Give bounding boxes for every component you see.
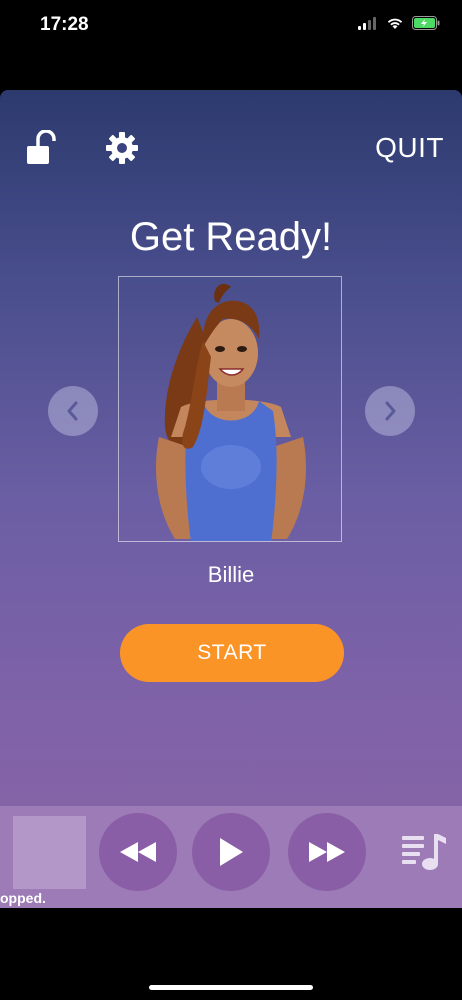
quit-button[interactable]: QUIT	[375, 132, 444, 164]
chevron-right-icon	[385, 401, 396, 421]
player-status-text: opped.	[0, 890, 46, 906]
play-icon	[220, 838, 243, 866]
settings-button[interactable]	[104, 130, 140, 166]
album-artwork	[13, 816, 86, 889]
gear-icon	[106, 132, 138, 164]
status-time: 17:28	[40, 14, 89, 35]
playlist-button[interactable]	[400, 830, 448, 874]
start-button[interactable]: START	[120, 624, 344, 682]
music-player-bar: opped.	[0, 806, 462, 908]
signal-icon	[358, 17, 376, 30]
lock-button[interactable]	[24, 129, 56, 168]
page-title: Get Ready!	[129, 215, 333, 259]
home-indicator[interactable]	[149, 985, 313, 990]
rewind-icon	[120, 842, 156, 862]
wifi-icon	[387, 18, 403, 29]
fast-forward-icon	[309, 842, 345, 862]
next-character-button[interactable]	[365, 386, 415, 436]
previous-character-button[interactable]	[48, 386, 98, 436]
app-card: QUIT Get Ready! Billie START opped.	[0, 90, 462, 908]
battery-charging-icon	[412, 16, 440, 30]
status-bar: 17:28	[0, 0, 462, 50]
character-avatar-image	[156, 283, 306, 541]
play-button[interactable]	[192, 813, 270, 891]
status-icons	[358, 16, 440, 30]
playlist-icon	[402, 834, 446, 870]
rewind-button[interactable]	[99, 813, 177, 891]
chevron-left-icon	[67, 401, 78, 421]
unlock-icon	[27, 129, 56, 164]
fast-forward-button[interactable]	[288, 813, 366, 891]
character-name: Billie	[207, 562, 255, 587]
top-toolbar: QUIT	[0, 120, 462, 176]
character-portrait-frame	[118, 276, 342, 542]
